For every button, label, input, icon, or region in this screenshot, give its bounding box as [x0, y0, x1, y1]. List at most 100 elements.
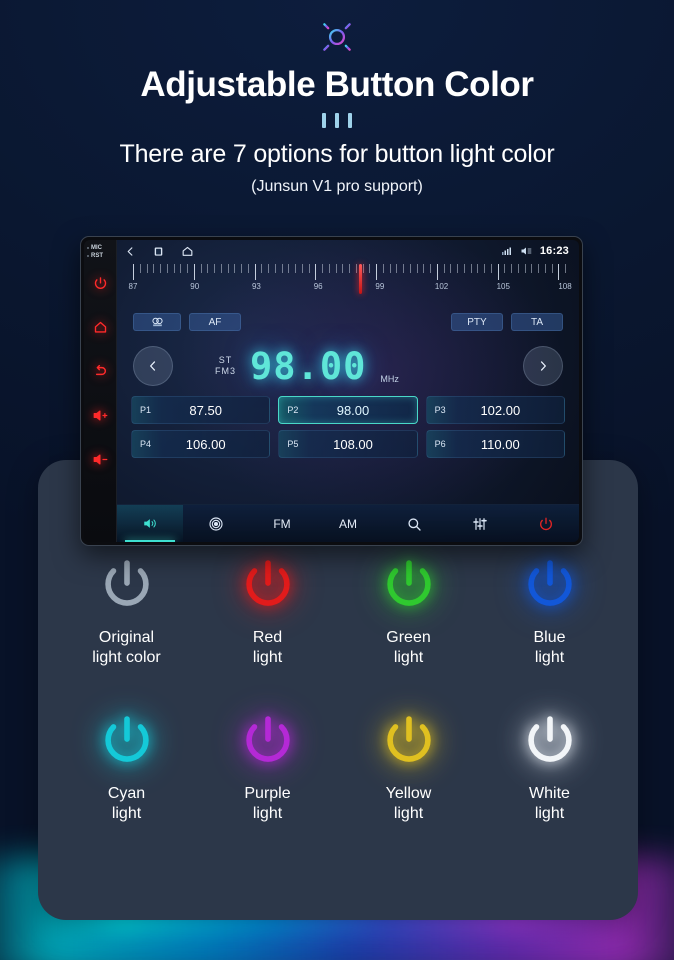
- tune-next-button[interactable]: [523, 346, 563, 386]
- af-button[interactable]: AF: [189, 313, 241, 331]
- dial-tick: [497, 264, 499, 280]
- hardware-key-column: MIC RST: [84, 240, 117, 542]
- rds-button[interactable]: [133, 313, 181, 331]
- dial-tick: [173, 264, 175, 273]
- hardkey-volume-down[interactable]: [84, 437, 116, 481]
- color-option-label: Red light: [252, 629, 283, 666]
- dial-tick: [396, 264, 398, 273]
- dial-tick-label: 93: [251, 282, 261, 291]
- home-icon[interactable]: [181, 245, 194, 258]
- tune-prev-button[interactable]: [133, 346, 173, 386]
- page-title: Adjustable Button Color: [140, 65, 534, 104]
- hardkey-volume-up[interactable]: [84, 393, 116, 437]
- stereo-band-block: ST FM3: [215, 355, 236, 378]
- dial-tick: [220, 264, 222, 273]
- tune-dial-icon: [209, 516, 223, 531]
- search-icon: [408, 517, 421, 531]
- preset-button[interactable]: P6 110.00: [425, 430, 565, 458]
- dial-tick: [187, 264, 188, 273]
- dial-tick-label: 102: [434, 282, 449, 291]
- preset-value: 98.00: [336, 402, 370, 418]
- dial-tick: [261, 264, 263, 273]
- back-arrow-icon: [95, 364, 106, 376]
- color-option[interactable]: Yellow light: [338, 712, 479, 824]
- toolbar-fm[interactable]: FM: [249, 505, 315, 542]
- dial-tick: [288, 264, 290, 273]
- power-icon: [527, 716, 572, 762]
- frequency-display: 98.00: [250, 344, 367, 388]
- dial-tick: [214, 264, 215, 273]
- dial-tick: [342, 264, 344, 273]
- hardkey-home[interactable]: [84, 305, 116, 349]
- color-option[interactable]: Purple light: [197, 712, 338, 824]
- power-icon: [386, 716, 431, 762]
- recents-icon[interactable]: [152, 245, 165, 258]
- separator-bar: [348, 112, 352, 128]
- preset-button[interactable]: P2 98.00: [278, 396, 418, 424]
- android-screen: 16:23 87 90 93 96 99 102 105 108 AF PTY …: [117, 240, 579, 542]
- rst-label-row: RST: [84, 253, 116, 259]
- power-icon: [104, 560, 149, 606]
- pty-button[interactable]: PTY: [451, 313, 503, 331]
- hardkey-back[interactable]: [84, 349, 116, 393]
- power-icon: [540, 517, 552, 530]
- signal-bars-icon: [501, 247, 511, 255]
- color-option-label: Original light color: [92, 629, 161, 666]
- preset-value: 108.00: [333, 436, 373, 452]
- dial-tick: [193, 264, 195, 280]
- color-option[interactable]: Original light color: [56, 556, 197, 668]
- rds-icon: [151, 317, 163, 327]
- preset-value: 106.00: [185, 436, 226, 452]
- toolbar-am[interactable]: AM: [315, 505, 381, 542]
- dial-tick: [274, 264, 276, 273]
- color-option[interactable]: Red light: [197, 556, 338, 668]
- dial-tick: [565, 264, 566, 273]
- toolbar-equalizer[interactable]: [447, 505, 513, 542]
- dial-tick: [416, 264, 418, 273]
- preset-grid: P1 87.50 P2 98.00 P3 102.00 P4 106.00 P5 108.00 P6…: [117, 396, 579, 458]
- color-option[interactable]: Green light: [338, 556, 479, 668]
- ta-button[interactable]: TA: [511, 313, 563, 331]
- dial-tick: [139, 264, 141, 273]
- volume-down-icon: [93, 454, 107, 464]
- page-root: Adjustable Button Color There are 7 opti…: [0, 0, 674, 960]
- preset-slot: P2: [287, 405, 299, 415]
- status-bar: 16:23: [117, 240, 579, 262]
- color-option-label: Yellow light: [385, 785, 432, 822]
- dial-tick: [281, 264, 283, 273]
- back-icon[interactable]: [125, 245, 136, 258]
- preset-button[interactable]: P4 106.00: [131, 430, 271, 458]
- power-icon: [386, 560, 431, 606]
- toolbar-search[interactable]: [381, 505, 447, 542]
- preset-button[interactable]: P5 108.00: [278, 430, 418, 458]
- radio-dial[interactable]: 87 90 93 96 99 102 105 108: [129, 264, 572, 310]
- dial-tick-label: 90: [190, 282, 200, 291]
- rst-label: RST: [91, 253, 103, 259]
- preset-button[interactable]: P1 87.50: [131, 396, 271, 424]
- dial-tick: [531, 264, 533, 273]
- volume-mute-icon: [521, 247, 532, 255]
- power-icon: [245, 716, 290, 762]
- dial-tick: [315, 264, 317, 280]
- color-option[interactable]: Cyan light: [56, 712, 197, 824]
- color-option[interactable]: White light: [479, 712, 620, 824]
- page-subtitle: There are 7 options for button light col…: [119, 139, 555, 168]
- dial-tick: [234, 264, 236, 273]
- toolbar-tune[interactable]: [183, 505, 249, 542]
- color-option[interactable]: Blue light: [479, 556, 620, 668]
- separator-bar: [335, 112, 339, 128]
- support-note: (Junsun V1 pro support): [251, 178, 423, 196]
- color-options-grid: Original light color Red light Green light…: [38, 556, 638, 824]
- hardkey-power[interactable]: [84, 261, 116, 305]
- preset-slot: P5: [287, 439, 299, 449]
- toolbar-volume[interactable]: [117, 505, 183, 542]
- dial-tick: [558, 264, 560, 280]
- toolbar-power[interactable]: [513, 505, 579, 542]
- preset-slot: P1: [140, 405, 152, 415]
- dial-tick: [490, 264, 492, 273]
- dial-tick: [457, 264, 458, 273]
- power-icon: [245, 560, 290, 606]
- preset-button[interactable]: P3 102.00: [425, 396, 565, 424]
- dial-tick: [355, 264, 357, 273]
- dial-tick: [477, 264, 479, 273]
